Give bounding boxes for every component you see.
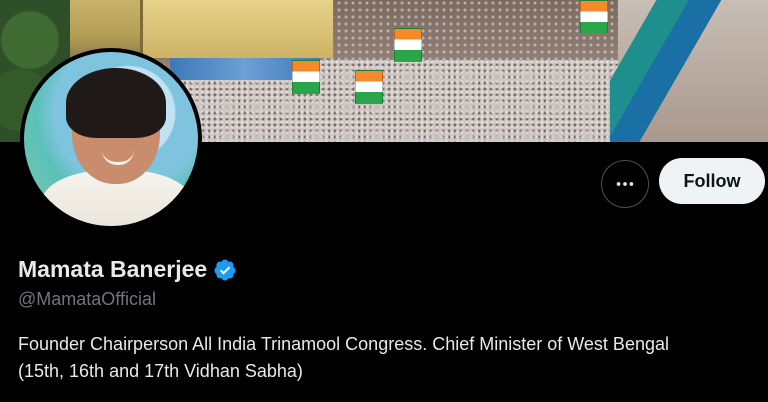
avatar[interactable]	[24, 52, 198, 226]
profile-name-row: Mamata Banerjee	[18, 256, 237, 283]
bio-line: Founder Chairperson All India Trinamool …	[18, 334, 669, 354]
profile-display-name: Mamata Banerjee	[18, 256, 208, 282]
more-options-button[interactable]	[601, 160, 649, 208]
avatar-hair	[66, 68, 166, 138]
banner-flag	[580, 0, 608, 34]
banner-flag	[394, 28, 422, 62]
profile-bio: Founder Chairperson All India Trinamool …	[18, 331, 763, 385]
profile-avatar-frame[interactable]	[20, 48, 202, 230]
banner-flag	[355, 70, 383, 104]
banner-building-center	[140, 0, 333, 58]
banner-flag	[292, 60, 320, 94]
more-horizontal-icon	[616, 182, 634, 186]
verified-badge-icon	[214, 259, 236, 280]
bio-line: (15th, 16th and 17th Vidhan Sabha)	[18, 361, 303, 381]
profile-handle: @MamataOfficial	[18, 289, 156, 309]
follow-button[interactable]: Follow	[659, 158, 765, 204]
banner-canopy	[610, 0, 760, 142]
